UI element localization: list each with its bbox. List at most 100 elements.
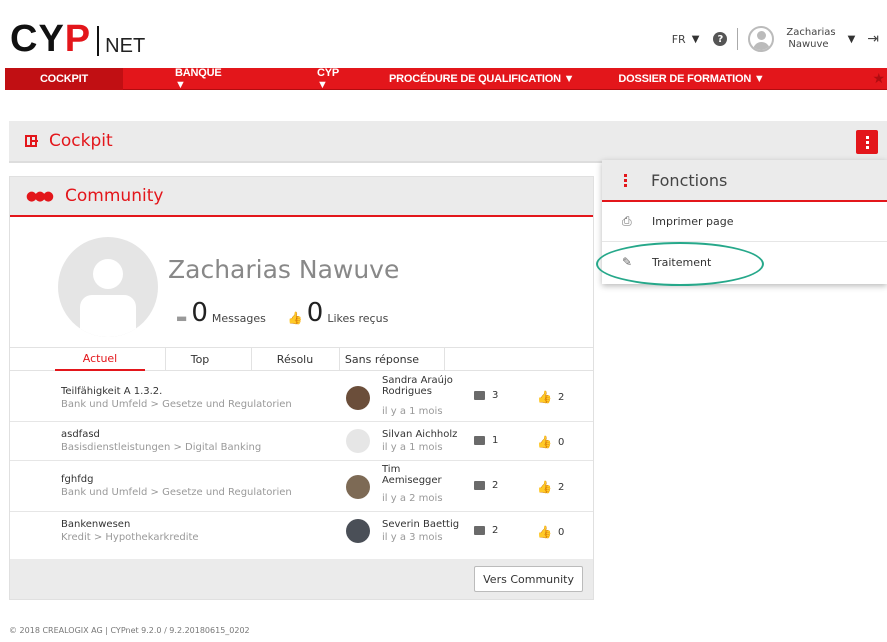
- messages-count: 1: [492, 435, 499, 446]
- menu-item-traitement[interactable]: ✎ Traitement: [602, 242, 887, 282]
- edit-icon: ✎: [622, 255, 633, 269]
- likes-count: 2: [557, 481, 565, 493]
- topic-row[interactable]: Teilfähigkeit A 1.3.2. Bank und Umfeld >…: [10, 372, 593, 422]
- tab-top[interactable]: Top: [170, 348, 230, 371]
- footer-copyright: © 2018 CREALOGIX AG | CYPnet 9.2.0 / 9.2…: [9, 626, 250, 635]
- divider: [444, 348, 445, 370]
- community-panel: ●●● Community Zacharias Nawuve ▬ 0 Messa…: [9, 176, 594, 600]
- topic-row[interactable]: Bankenwesen Kredit > Hypothekarkredite S…: [10, 512, 593, 551]
- thumbs-up-icon: 👍: [537, 525, 552, 539]
- topic-likes: 👍 0: [537, 525, 564, 539]
- tab-sans-reponse[interactable]: Sans réponse: [342, 348, 422, 371]
- likes-count: 0: [557, 436, 565, 448]
- user-avatar[interactable]: [346, 475, 370, 499]
- thumbs-up-icon: 👍: [287, 311, 303, 325]
- topic-likes: 👍 2: [537, 390, 564, 404]
- tab-resolu[interactable]: Résolu: [260, 348, 330, 371]
- user-last-name: Nawuve: [788, 39, 829, 50]
- vers-community-button[interactable]: Vers Community: [474, 566, 583, 592]
- language-selector[interactable]: FR ▼: [672, 33, 700, 46]
- topic-title[interactable]: asdfasd: [61, 429, 100, 440]
- topic-time: il y a 1 mois: [382, 442, 443, 453]
- thumbs-up-icon: 👍: [537, 435, 552, 449]
- topic-user[interactable]: Sandra Araújo Rodrigues: [382, 375, 462, 397]
- topic-time: il y a 3 mois: [382, 532, 443, 543]
- menu-item-label: Traitement: [652, 255, 712, 269]
- topic-row[interactable]: asdfasd Basisdienstleistungen > Digital …: [10, 422, 593, 461]
- comment-icon: [474, 481, 485, 490]
- logo[interactable]: CYP NET: [10, 18, 146, 60]
- logo-mark: CYP: [10, 18, 92, 60]
- messages-icon: ▬: [176, 311, 188, 325]
- menu-item-label: Imprimer page: [652, 215, 734, 228]
- comment-icon: [474, 436, 485, 445]
- community-footer: Vers Community: [10, 559, 593, 599]
- topic-path: Kredit > Hypothekarkredite: [61, 532, 199, 543]
- user-first-name: Zacharias: [786, 27, 836, 38]
- community-header: ●●● Community: [10, 177, 593, 217]
- divider: [737, 28, 739, 50]
- topic-likes: 👍 0: [537, 435, 564, 449]
- messages-count: 2: [492, 480, 499, 491]
- topic-row[interactable]: fghfdg Bank und Umfeld > Gesetze und Reg…: [10, 461, 593, 512]
- user-name[interactable]: Zacharias Nawuve: [786, 27, 835, 51]
- logo-divider: [97, 26, 100, 56]
- user-avatar[interactable]: [346, 386, 370, 410]
- nav-item-banque[interactable]: BANQUE ▼: [123, 67, 223, 91]
- topic-user[interactable]: Silvan Aichholz: [382, 429, 457, 440]
- logout-icon[interactable]: ⇥: [867, 31, 879, 47]
- topic-user[interactable]: Tim Aemisegger: [382, 464, 442, 486]
- page-title: Cockpit: [49, 131, 113, 151]
- topic-user[interactable]: Severin Baettig: [382, 519, 459, 530]
- topic-title[interactable]: Bankenwesen: [61, 519, 130, 530]
- messages-label: Messages: [211, 312, 266, 325]
- topic-messages: 3: [474, 390, 498, 401]
- likes-count: 0: [557, 526, 565, 538]
- topic-messages: 2: [474, 480, 498, 491]
- thumbs-up-icon: 👍: [537, 390, 552, 404]
- likes-count: 0: [306, 298, 324, 328]
- divider: [165, 348, 166, 370]
- functions-header: Fonctions: [602, 160, 887, 202]
- nav-item-cockpit[interactable]: COCKPIT: [5, 67, 123, 90]
- dot: [865, 145, 869, 149]
- menu-item-imprimer[interactable]: ⎙ Imprimer page: [602, 202, 887, 242]
- user-avatar[interactable]: [748, 26, 775, 52]
- users-icon: ●●●: [26, 188, 54, 204]
- likes-count: 2: [557, 391, 565, 403]
- chevron-down-icon: ▼: [691, 33, 700, 45]
- dashboard-icon: [25, 135, 38, 147]
- nav-item-procedure[interactable]: PROCÉDURE DE QUALIFICATION ▼: [345, 68, 575, 90]
- topic-list: Teilfähigkeit A 1.3.2. Bank und Umfeld >…: [10, 372, 593, 551]
- dot: [865, 140, 869, 144]
- messages-count: 0: [191, 298, 208, 328]
- topic-title[interactable]: Teilfähigkeit A 1.3.2.: [61, 386, 162, 397]
- nav-item-dossier[interactable]: DOSSIER DE FORMATION ▼: [574, 68, 764, 90]
- topic-messages: 2: [474, 525, 498, 536]
- nav-item-cyp[interactable]: CYP ▼: [223, 67, 345, 91]
- topic-time: il y a 1 mois: [382, 406, 443, 417]
- chevron-down-icon[interactable]: ▼: [848, 34, 856, 45]
- community-title: Community: [65, 186, 164, 206]
- messages-count: 2: [492, 525, 499, 536]
- logo-net: NET: [105, 35, 146, 57]
- help-icon[interactable]: ?: [713, 32, 728, 46]
- tab-actuel[interactable]: Actuel: [55, 348, 145, 371]
- user-avatar[interactable]: [346, 519, 370, 543]
- main-nav: COCKPIT BANQUE ▼ CYP ▼ PROCÉDURE DE QUAL…: [5, 67, 887, 91]
- topic-likes: 👍 2: [537, 480, 564, 494]
- user-avatar[interactable]: [346, 429, 370, 453]
- messages-count: 3: [492, 390, 499, 401]
- divider: [251, 348, 252, 370]
- language-label: FR: [671, 32, 686, 46]
- topic-path: Bank und Umfeld > Gesetze und Regulatori…: [61, 487, 292, 498]
- dot: [624, 178, 627, 182]
- dot: [624, 173, 627, 177]
- functions-menu-button[interactable]: [856, 130, 878, 154]
- star-icon[interactable]: ★: [872, 71, 885, 87]
- functions-title: Fonctions: [651, 170, 728, 190]
- functions-dropdown: Fonctions ⎙ Imprimer page ✎ Traitement: [602, 160, 887, 284]
- user-toolbar: FR ▼ ? Zacharias Nawuve ▼ ⇥: [672, 22, 879, 56]
- topic-title[interactable]: fghfdg: [61, 474, 93, 485]
- topic-messages: 1: [474, 435, 498, 446]
